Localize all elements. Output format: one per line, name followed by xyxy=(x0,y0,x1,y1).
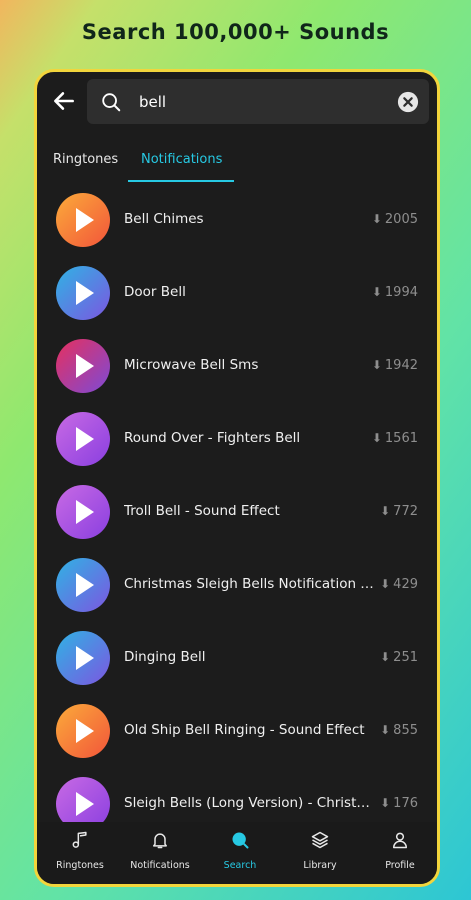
bell-icon xyxy=(153,833,167,849)
download-count: ⬇ 176 xyxy=(380,796,418,811)
list-item[interactable]: Old Ship Bell Ringing - Sound Effect ⬇ 85… xyxy=(37,695,437,767)
play-icon xyxy=(76,354,94,378)
active-tab-indicator xyxy=(128,180,234,182)
download-arrow-icon: ⬇ xyxy=(380,796,391,810)
category-tabs: Ringtones Notifications xyxy=(37,134,437,184)
search-bar-row xyxy=(37,72,437,134)
play-icon xyxy=(76,500,94,524)
search-input[interactable] xyxy=(139,79,379,124)
play-button[interactable] xyxy=(56,704,110,758)
nav-profile[interactable]: Profile xyxy=(360,822,437,884)
play-icon xyxy=(76,573,94,597)
list-item[interactable]: Microwave Bell Sms ⬇ 1942 xyxy=(37,330,437,402)
search-icon xyxy=(102,93,121,112)
download-arrow-icon: ⬇ xyxy=(380,650,391,664)
sound-title: Troll Bell - Sound Effect xyxy=(124,503,280,519)
tab-ringtones[interactable]: Ringtones xyxy=(53,152,118,167)
play-button[interactable] xyxy=(56,193,110,247)
sound-title: Dinging Bell xyxy=(124,649,206,665)
play-button[interactable] xyxy=(56,339,110,393)
sound-title: Sleigh Bells (Long Version) - Christmas xyxy=(124,795,376,811)
play-button[interactable] xyxy=(56,558,110,612)
clear-search-icon[interactable] xyxy=(397,91,419,113)
download-count: ⬇ 1994 xyxy=(371,285,418,300)
sound-title: Door Bell xyxy=(124,284,186,300)
list-item[interactable]: Round Over - Fighters Bell ⬇ 1561 xyxy=(37,403,437,475)
download-arrow-icon: ⬇ xyxy=(371,212,382,226)
nav-notifications[interactable]: Notifications xyxy=(120,822,200,884)
list-item[interactable]: Door Bell ⬇ 1994 xyxy=(37,257,437,329)
play-button[interactable] xyxy=(56,412,110,466)
list-item[interactable]: Christmas Sleigh Bells Notification (Sou… xyxy=(37,549,437,621)
sound-title: Old Ship Bell Ringing - Sound Effect xyxy=(124,722,365,738)
layers-icon xyxy=(311,831,329,849)
download-count: ⬇ 251 xyxy=(380,650,418,665)
person-icon xyxy=(393,832,407,849)
search-icon xyxy=(232,832,249,849)
download-count: ⬇ 429 xyxy=(380,577,418,592)
download-count: ⬇ 855 xyxy=(380,723,418,738)
download-count: ⬇ 1942 xyxy=(371,358,418,373)
bottom-navigation: Ringtones Notifications Search Library P… xyxy=(37,822,437,884)
nav-search[interactable]: Search xyxy=(200,822,280,884)
download-arrow-icon: ⬇ xyxy=(380,723,391,737)
list-item[interactable]: Bell Chimes ⬇ 2005 xyxy=(37,184,437,256)
phone-screen: Ringtones Notifications Bell Chimes ⬇200… xyxy=(34,69,440,887)
download-arrow-icon: ⬇ xyxy=(380,504,391,518)
promo-tagline: Search 100,000+ Sounds xyxy=(81,20,390,44)
nav-label: Profile xyxy=(385,860,415,871)
nav-label: Ringtones xyxy=(56,860,104,871)
nav-label: Library xyxy=(303,860,337,871)
play-icon xyxy=(76,646,94,670)
nav-library[interactable]: Library xyxy=(280,822,360,884)
nav-ringtones[interactable]: Ringtones xyxy=(40,822,120,884)
sound-title: Round Over - Fighters Bell xyxy=(124,430,301,446)
nav-label: Search xyxy=(223,860,257,871)
list-item[interactable]: Dinging Bell ⬇ 251 xyxy=(37,622,437,694)
download-count: ⬇ 1561 xyxy=(371,431,418,446)
play-icon xyxy=(76,792,94,816)
back-arrow-icon[interactable] xyxy=(51,88,77,114)
play-icon xyxy=(76,427,94,451)
list-item[interactable]: Troll Bell - Sound Effect ⬇ 772 xyxy=(37,476,437,548)
play-button[interactable] xyxy=(56,485,110,539)
search-box[interactable] xyxy=(87,79,429,124)
download-arrow-icon: ⬇ xyxy=(371,358,382,372)
download-count: ⬇ 2005 xyxy=(371,212,418,227)
nav-label: Notifications xyxy=(130,860,190,871)
sound-title: Christmas Sleigh Bells Notification (Sou… xyxy=(124,576,376,592)
download-count: ⬇ 772 xyxy=(380,504,418,519)
play-icon xyxy=(76,208,94,232)
play-button[interactable] xyxy=(56,266,110,320)
download-arrow-icon: ⬇ xyxy=(371,285,382,299)
music-note-icon xyxy=(72,831,87,848)
play-icon xyxy=(76,281,94,305)
sound-title: Microwave Bell Sms xyxy=(124,357,259,373)
play-icon xyxy=(76,719,94,743)
download-arrow-icon: ⬇ xyxy=(380,577,391,591)
play-button[interactable] xyxy=(56,631,110,685)
download-arrow-icon: ⬇ xyxy=(371,431,382,445)
tab-notifications[interactable]: Notifications xyxy=(141,152,222,167)
sound-title: Bell Chimes xyxy=(124,211,204,227)
